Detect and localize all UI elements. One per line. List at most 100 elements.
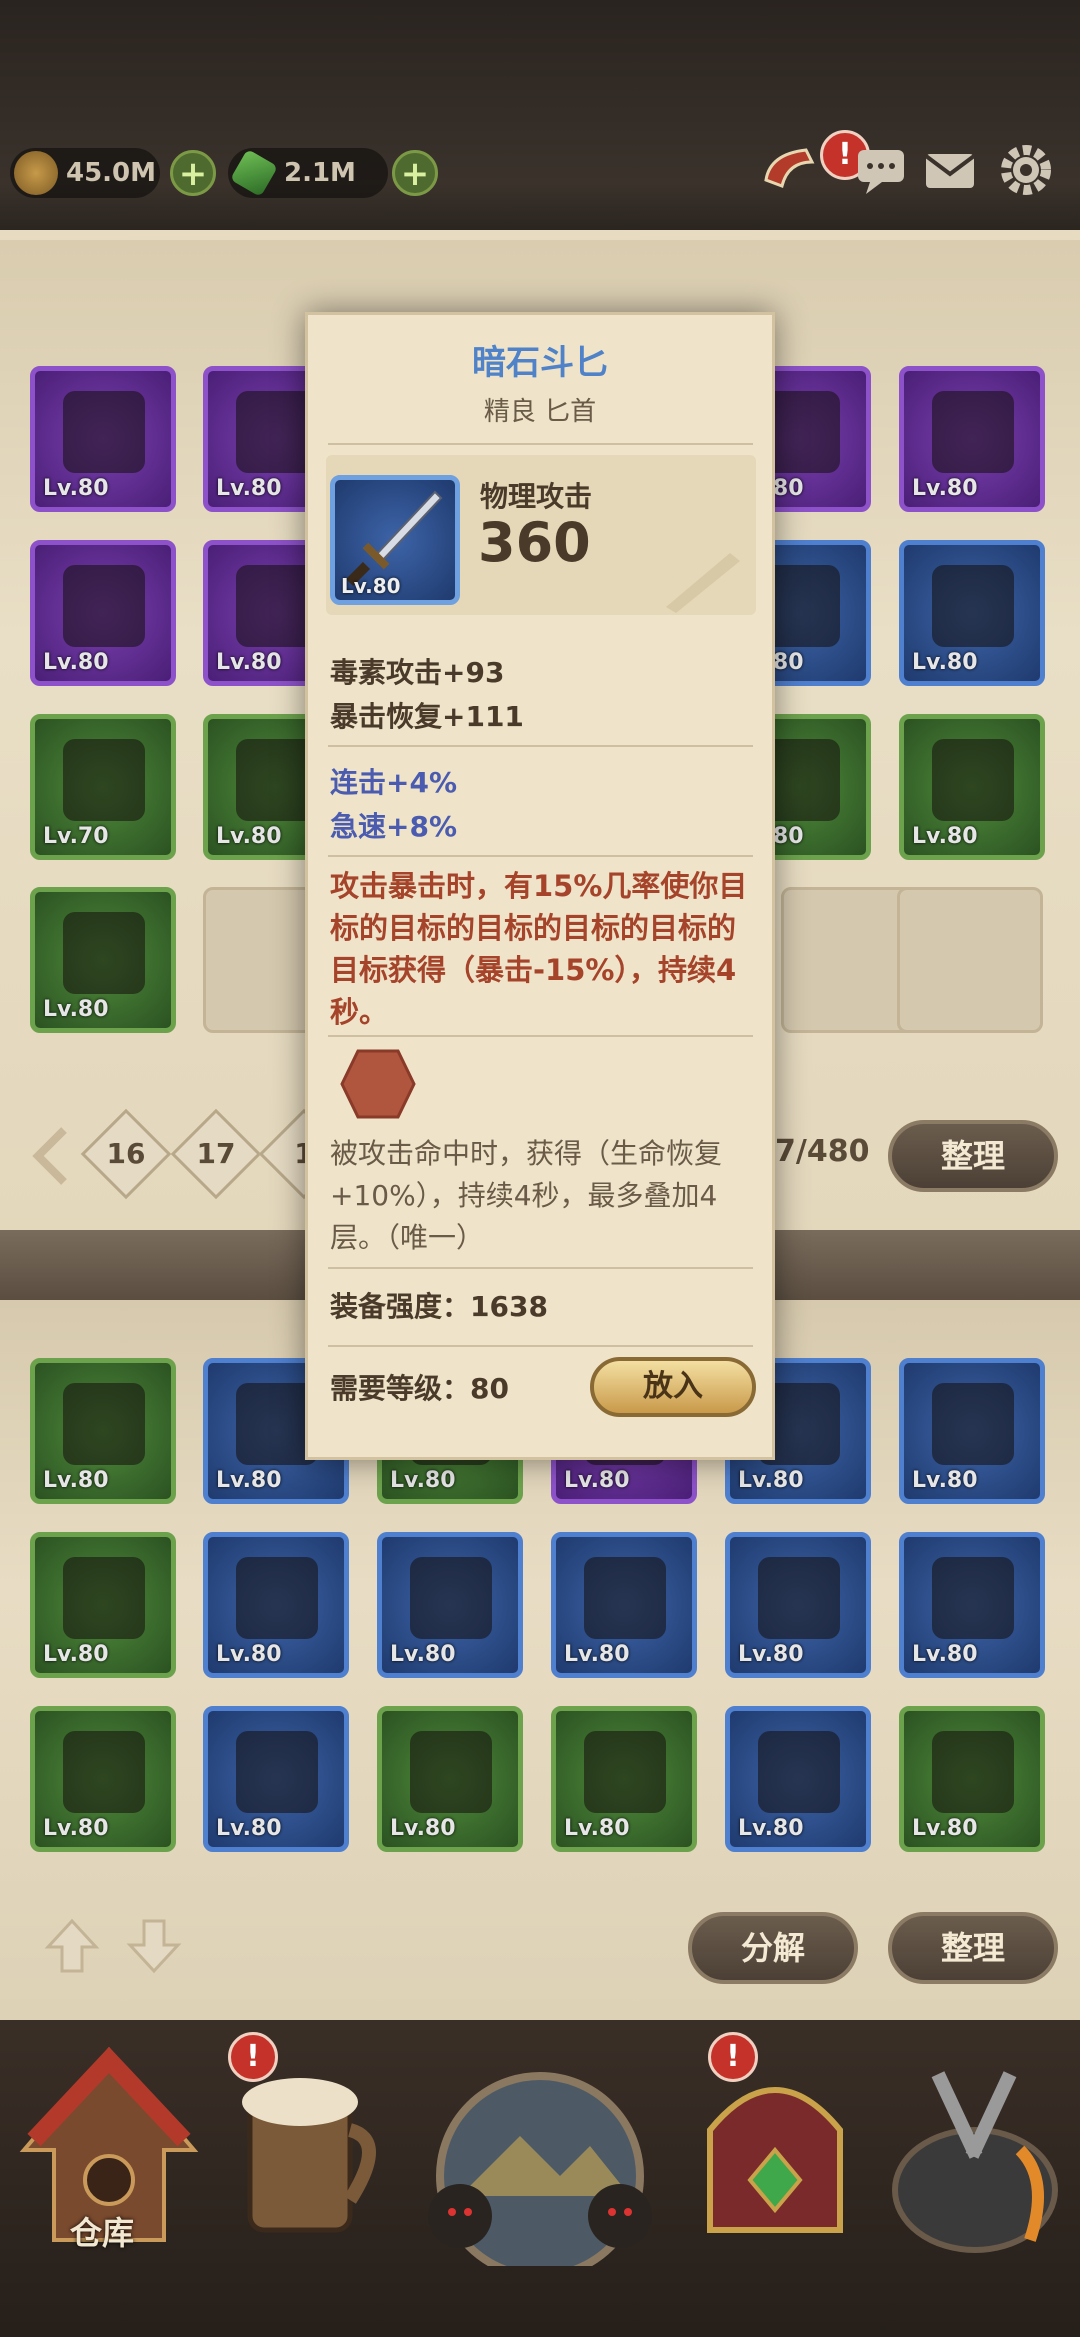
- slot-level: Lv.80: [43, 1816, 109, 1841]
- slot-level: Lv.80: [912, 1468, 978, 1493]
- book-icon: [410, 1557, 492, 1639]
- warehouse-slot[interactable]: Lv.80: [30, 366, 176, 512]
- slot-level: Lv.80: [390, 1816, 456, 1841]
- warehouse-slot[interactable]: Lv.80: [30, 540, 176, 686]
- fur-boots-icon: [63, 912, 145, 994]
- inventory-slot[interactable]: Lv.80: [30, 1358, 176, 1504]
- treasure-helmet-icon: [707, 2087, 843, 2233]
- empty-slot[interactable]: [897, 887, 1043, 1033]
- slot-level: Lv.80: [912, 1816, 978, 1841]
- slot-level: Lv.80: [43, 997, 109, 1022]
- inventory-slot[interactable]: Lv.80: [377, 1706, 523, 1852]
- add-gold-button[interactable]: +: [170, 150, 216, 196]
- tavern-alert-badge: !: [228, 2032, 278, 2082]
- chat-button[interactable]: [852, 140, 912, 200]
- mail-icon: [924, 154, 976, 188]
- arrow-up-icon: [44, 1918, 100, 1973]
- ring-icon: [932, 1731, 1014, 1813]
- arrow-down-icon: [126, 1919, 182, 1974]
- forge-pot-icon: [892, 2071, 1058, 2253]
- spear-icon: [932, 1557, 1014, 1639]
- slot-level: Lv.80: [738, 1468, 804, 1493]
- scroll-up-button[interactable]: [42, 1915, 102, 1975]
- decompose-button[interactable]: 分解: [688, 1912, 858, 1984]
- slot-level: Lv.80: [43, 1642, 109, 1667]
- stat-line: 毒素攻击+93: [330, 656, 505, 689]
- nav-equipment[interactable]: [680, 2040, 870, 2260]
- gold-amount: 45.0M: [66, 158, 157, 188]
- inventory-slot[interactable]: Lv.80: [551, 1532, 697, 1678]
- item-tooltip: 暗石斗匕 精良 匕首 Lv.80 物理攻击 360 毒素攻击+93 暴击恢复+1…: [305, 312, 775, 1460]
- gold-counter: 45.0M: [10, 148, 160, 198]
- slot-level: Lv.80: [390, 1642, 456, 1667]
- hood-icon: [410, 1731, 492, 1813]
- inventory-slot[interactable]: Lv.80: [377, 1532, 523, 1678]
- page-number: 16: [106, 1137, 146, 1170]
- slot-level: Lv.80: [738, 1642, 804, 1667]
- slot-level: Lv.80: [738, 1816, 804, 1841]
- place-button[interactable]: 放入: [590, 1357, 756, 1417]
- inventory-slot[interactable]: Lv.80: [725, 1706, 871, 1852]
- gear-icon: [1001, 145, 1051, 195]
- slot-level: Lv.80: [216, 824, 282, 849]
- inventory-sort-button[interactable]: 整理: [888, 1912, 1058, 1984]
- nav-forge[interactable]: [880, 2040, 1070, 2260]
- slot-level: Lv.70: [43, 824, 109, 849]
- inventory-slot[interactable]: Lv.80: [725, 1532, 871, 1678]
- warehouse-slot[interactable]: Lv.80: [899, 540, 1045, 686]
- boots-icon: [932, 739, 1014, 821]
- book-icon: [584, 1731, 666, 1813]
- slot-level: Lv.80: [216, 476, 282, 501]
- inventory-slot[interactable]: Lv.80: [30, 1532, 176, 1678]
- bonus-stat-line: 连击+4%: [330, 766, 457, 799]
- main-stat-value: 360: [478, 511, 591, 574]
- warehouse-slot[interactable]: Lv.80: [30, 887, 176, 1033]
- hexagon-gem-slot-icon: [340, 1049, 416, 1119]
- prev-page-button[interactable]: [30, 1126, 70, 1186]
- slot-level: Lv.80: [216, 1816, 282, 1841]
- scepter-icon: [932, 565, 1014, 647]
- inventory-slot[interactable]: Lv.80: [899, 1532, 1045, 1678]
- scroll-down-button[interactable]: [124, 1915, 184, 1975]
- mail-button[interactable]: [920, 140, 980, 200]
- inventory-slot[interactable]: Lv.80: [551, 1706, 697, 1852]
- horn-icon: [764, 148, 815, 188]
- warehouse-slot[interactable]: Lv.80: [899, 714, 1045, 860]
- effect-text: 攻击暴击时，有15%几率使你目标的目标的目标的目标的目标的目标获得（暴击-15%…: [330, 869, 748, 1029]
- warehouse-capacity: 7/480: [775, 1134, 870, 1169]
- set-effect-text: 被攻击命中时，获得（生命恢复+10%），持续4秒，最多叠加4层。（唯一）: [330, 1137, 723, 1254]
- slot-level: Lv.80: [216, 1468, 282, 1493]
- portal-icon: [428, 2072, 652, 2280]
- item-type: 精良 匕首: [483, 397, 597, 427]
- warehouse-slot[interactable]: Lv.80: [899, 366, 1045, 512]
- horn-button[interactable]: [760, 140, 820, 200]
- amulet-icon: [758, 1557, 840, 1639]
- helmet-icon: [63, 391, 145, 473]
- item-portrait: Lv.80: [330, 475, 460, 605]
- nav-warehouse[interactable]: 仓库: [14, 2040, 204, 2260]
- ring-icon: [63, 565, 145, 647]
- inventory-slot[interactable]: Lv.80: [203, 1706, 349, 1852]
- inventory-slot[interactable]: Lv.80: [203, 1532, 349, 1678]
- inventory-slot[interactable]: Lv.80: [30, 1706, 176, 1852]
- main-stat-label: 物理攻击: [480, 480, 593, 513]
- slot-level: Lv.80: [564, 1816, 630, 1841]
- chat-icon: [858, 150, 904, 194]
- top-bar: [0, 0, 1080, 230]
- inventory-slot[interactable]: Lv.80: [899, 1706, 1045, 1852]
- helmet-icon: [63, 739, 145, 821]
- nav-adventure[interactable]: [420, 2046, 660, 2280]
- slot-level: Lv.80: [912, 824, 978, 849]
- warehouse-sort-button[interactable]: 整理: [888, 1120, 1058, 1192]
- slot-level: Lv.80: [912, 650, 978, 675]
- item-name: 暗石斗匕: [472, 343, 608, 383]
- slot-level: Lv.80: [564, 1468, 630, 1493]
- equipment-alert-badge: !: [708, 2032, 758, 2082]
- settings-button[interactable]: [996, 140, 1056, 200]
- add-gem-button[interactable]: +: [392, 150, 438, 196]
- warehouse-slot[interactable]: Lv.70: [30, 714, 176, 860]
- inventory-slot[interactable]: Lv.80: [899, 1358, 1045, 1504]
- gem-counter: 2.1M: [228, 148, 388, 198]
- slot-level: Lv.80: [564, 1642, 630, 1667]
- gold-coin-icon: [14, 151, 58, 195]
